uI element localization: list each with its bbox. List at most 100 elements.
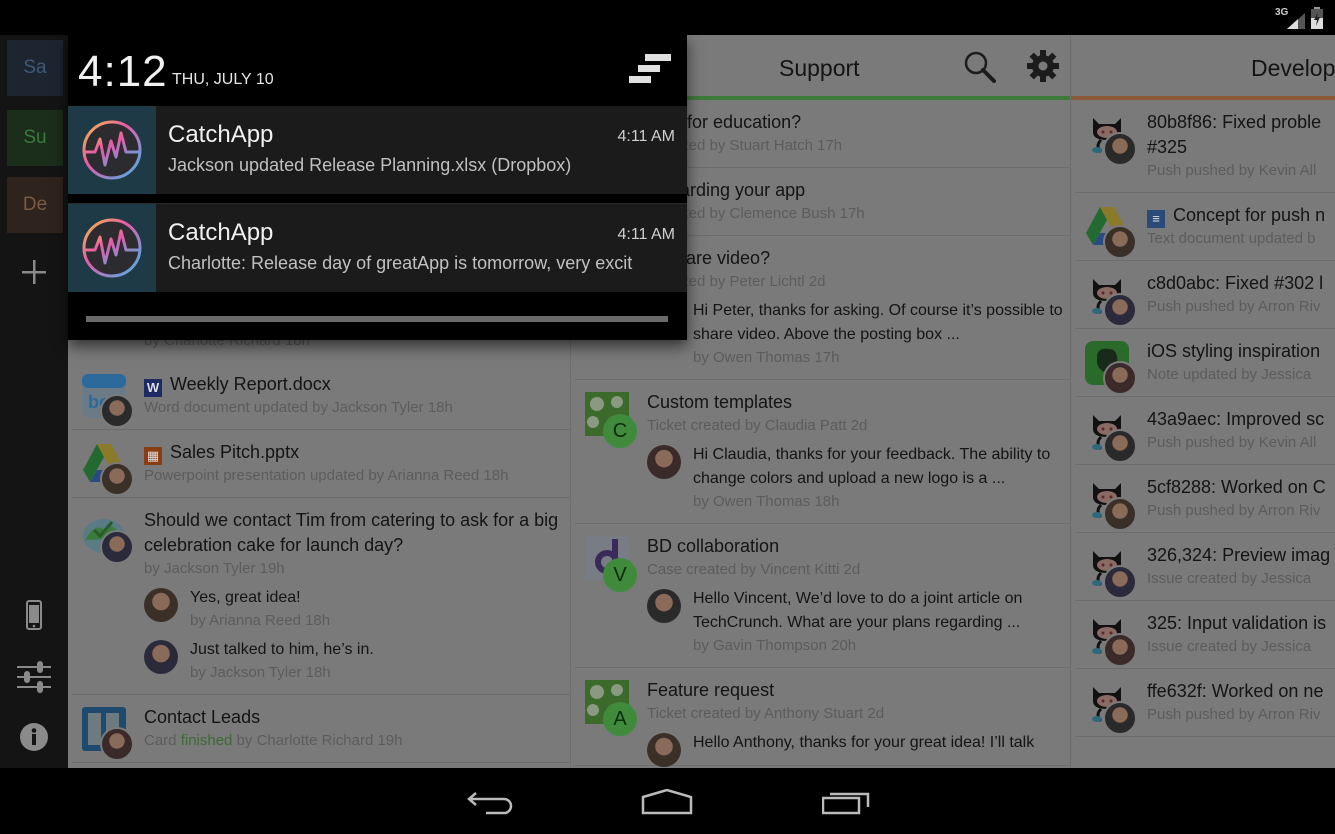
notification-app: CatchApp	[168, 219, 274, 246]
item-meta: Push pushed by Kevin All	[1147, 162, 1317, 179]
settings-sliders-button[interactable]	[14, 657, 54, 697]
item-title-text: 326,324: Preview imag	[1147, 545, 1331, 565]
reply-text: Yes, great idea!	[190, 589, 301, 606]
item-title: ount for education?	[647, 112, 802, 132]
workspace-tile-support[interactable]: Su	[7, 110, 63, 166]
item-meta: Text document updated b	[1147, 230, 1316, 247]
workspace-tile-development[interactable]: De	[7, 177, 63, 233]
home-button[interactable]	[637, 784, 697, 820]
status-bar: 3G	[0, 0, 1335, 35]
column-title: Develop	[1251, 55, 1335, 81]
clear-all-button[interactable]	[629, 53, 673, 85]
letter-avatar: C	[603, 414, 637, 448]
date: THU, JULY 10	[172, 71, 274, 88]
back-button[interactable]	[460, 784, 520, 820]
item-title-text: Concept for push n	[1173, 205, 1326, 225]
list-item[interactable]: 43a9aec: Improved sc Push pushed by Kevin…	[1075, 397, 1335, 465]
home-icon	[641, 789, 693, 815]
avatar	[100, 462, 134, 496]
list-item[interactable]: c8d0abc: Fixed #302 l Push pushed by Arro…	[1075, 261, 1335, 329]
item-title: ffe632f: Worked on ne	[1147, 679, 1335, 704]
info-button[interactable]	[14, 717, 54, 757]
avatar	[144, 640, 178, 674]
item-title: W Weekly Report.docx	[144, 372, 570, 397]
sliders-icon	[17, 661, 51, 693]
phone-icon	[26, 600, 42, 630]
item-title: BD collaboration	[647, 536, 780, 556]
list-item[interactable]: Should we contact Tim from catering to a…	[72, 498, 570, 695]
search-icon	[964, 51, 996, 83]
item-title-text: Weekly Report.docx	[170, 374, 331, 394]
avatar	[1103, 132, 1137, 166]
notification-text: Charlotte: Release day of greatApp is to…	[168, 253, 633, 273]
reply-item[interactable]: Hi Claudia, thanks for your feedback. Th…	[647, 443, 1070, 513]
recents-button[interactable]	[816, 784, 876, 820]
reply-meta: by Arianna Reed 18h	[190, 612, 331, 629]
workspace-label: De	[22, 194, 48, 215]
item-title-text: Sales Pitch.pptx	[170, 442, 300, 462]
reply-item[interactable]: Hello Anthony, thanks for your great ide…	[647, 731, 1070, 767]
item-meta: Issue created by Jessica	[1147, 570, 1312, 587]
reply-item[interactable]: Just talked to him, he’s in. by Jackson T…	[144, 638, 570, 684]
list-item[interactable]: 80b8f86: Fixed proble #325 Push pushed by…	[1075, 100, 1335, 193]
list-item[interactable]: A Feature request Ticket created by Anthon…	[575, 668, 1070, 767]
workspace-label: Su	[23, 127, 47, 148]
back-icon	[467, 792, 513, 815]
item-title-text: ffe632f: Worked on ne	[1147, 681, 1324, 701]
clock: 4:12	[78, 47, 168, 96]
item-meta: t created by Clemence Bush 17h	[647, 205, 865, 222]
search-button[interactable]	[963, 50, 997, 89]
avatar	[647, 733, 681, 767]
list-item[interactable]: ▦ Sales Pitch.pptx Powerpoint presentation…	[72, 430, 570, 498]
item-title: 326,324: Preview imag	[1147, 543, 1335, 568]
screen: 3G Sa Su De by Charlotte Richard 18h W W…	[0, 0, 1335, 834]
settings-button[interactable]	[1027, 50, 1059, 87]
item-meta: Word document updated by Jackson Tyler 1…	[144, 399, 453, 416]
word-doc-icon: W	[144, 379, 162, 397]
list-item[interactable]: 325: Input validation is Issue created by…	[1075, 601, 1335, 669]
list-item[interactable]: C Custom templates Ticket created by Claud…	[575, 380, 1070, 524]
add-workspace-button[interactable]	[14, 252, 54, 292]
item-meta: Push pushed by Kevin All	[1147, 434, 1317, 451]
list-item[interactable]: iOS styling inspiration Note updated by J…	[1075, 329, 1335, 397]
avatar	[1103, 497, 1137, 531]
workspace-rail: Sa Su De	[0, 35, 68, 768]
list-item[interactable]: 5cf8288: Worked on C Push pushed by Arron…	[1075, 465, 1335, 533]
notification-item[interactable]: CatchApp 4:11 AM Charlotte: Release day …	[68, 204, 687, 292]
text-doc-icon: ≡	[1147, 210, 1165, 228]
reply-text: Hi Peter, thanks for asking. Of course i…	[693, 302, 1063, 343]
workspace-label: Sa	[23, 57, 47, 78]
avatar	[1103, 293, 1137, 327]
item-meta: Card finished by Charlotte Richard 19h	[144, 730, 570, 752]
meta-prefix: Card	[144, 732, 181, 749]
device-button[interactable]	[14, 595, 54, 635]
list-item[interactable]: boxWWeekly Report.docxWord document upda…	[72, 362, 570, 430]
notification-item[interactable]: CatchApp 4:11 AM Jackson updated Release…	[68, 106, 687, 194]
status-finished: finished	[180, 732, 233, 749]
list-item[interactable]: ≡ Concept for push n Text document updated…	[1075, 193, 1335, 261]
list-item[interactable]: Contact Leads Card finished by Charlotte …	[72, 695, 570, 763]
item-title: ≡ Concept for push n	[1147, 203, 1335, 228]
catchapp-icon	[68, 106, 156, 194]
plus-icon	[22, 260, 46, 284]
column-development: Develop 80b8f86: Fixed proble #325 Push p…	[1070, 35, 1335, 768]
reply-item[interactable]: Yes, great idea! by Arianna Reed 18h	[144, 586, 570, 632]
reply-text: Hello Vincent, We’d love to do a joint a…	[693, 590, 1023, 631]
reply-meta: by Jackson Tyler 18h	[190, 664, 331, 681]
avatar	[100, 394, 134, 428]
shade-drag-handle[interactable]	[86, 316, 668, 322]
reply-item[interactable]: Hi Peter, thanks for asking. Of course i…	[647, 299, 1070, 369]
reply-text: Hello Anthony, thanks for your great ide…	[693, 734, 1035, 751]
workspace-tile-sales[interactable]: Sa	[7, 40, 63, 96]
list-item[interactable]: 326,324: Preview imag Issue created by Je…	[1075, 533, 1335, 601]
item-meta: Ticket created by Anthony Stuart 2d	[647, 705, 885, 722]
battery-charging-icon	[1311, 7, 1323, 29]
item-title-text: iOS styling inspiration	[1147, 341, 1321, 361]
powerpoint-doc-icon: ▦	[144, 447, 162, 465]
signal-icon: 3G	[1275, 7, 1305, 29]
list-item[interactable]: V BD collaboration Case created by Vincent…	[575, 524, 1070, 668]
reply-item[interactable]: Hello Vincent, We’d love to do a joint a…	[647, 587, 1070, 657]
meta-suffix: by Charlotte Richard 19h	[232, 732, 403, 749]
list-item[interactable]: ffe632f: Worked on ne Push pushed by Arro…	[1075, 669, 1335, 737]
item-title: Regarding your app	[647, 180, 806, 200]
